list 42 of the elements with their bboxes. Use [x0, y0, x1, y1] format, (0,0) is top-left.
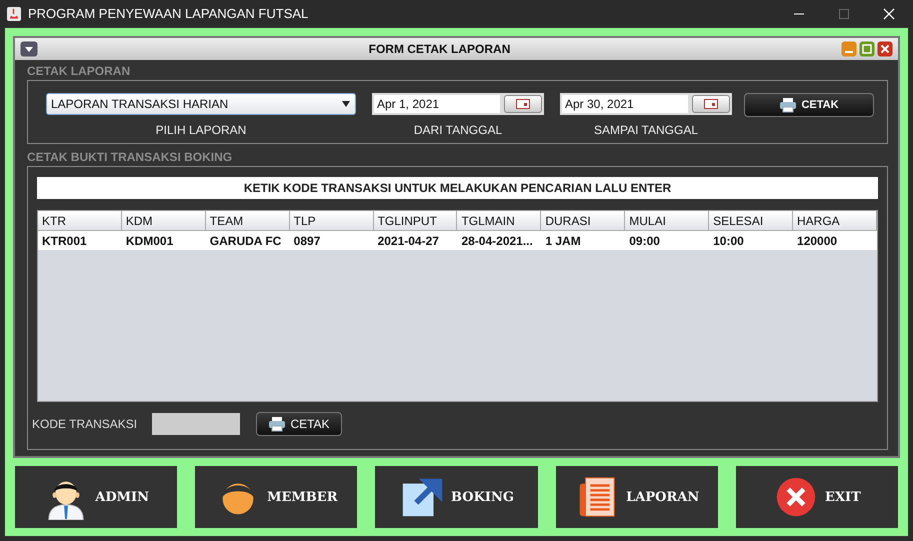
table-cell-text: 2021-04-27	[376, 232, 440, 250]
date-field[interactable]: Apr 1, 2021	[374, 95, 500, 113]
field-label: DARI TANGGAL	[414, 123, 502, 137]
maximize-icon[interactable]	[859, 41, 875, 57]
maximize-icon[interactable]	[838, 8, 850, 20]
table-cell-text: 10:00	[712, 232, 745, 250]
booking-nav-button[interactable]: BOKING	[375, 466, 538, 528]
dropdown-arrow-icon	[341, 99, 351, 109]
calendar-button[interactable]	[504, 95, 542, 113]
field-label: PILIH LAPORAN	[156, 123, 246, 137]
table-cell-text: 28-04-2021...	[460, 232, 534, 250]
field-label: KODE TRANSAKSI	[32, 417, 138, 431]
date-field[interactable]: Apr 30, 2021	[562, 95, 688, 113]
table-cell-text: KDM001	[124, 232, 174, 250]
table-cell-text: 1 JAM	[544, 232, 582, 250]
printer-icon	[268, 416, 286, 432]
window-title: PROGRAM PENYEWAAN LAPANGAN FUTSAL	[28, 6, 310, 21]
table-cell-text: GARUDA FC	[208, 232, 282, 250]
admin-nav-button[interactable]: ADMIN	[15, 466, 178, 528]
report-dropdown[interactable]: LAPORAN TRANSAKSI HARIAN	[46, 93, 356, 115]
calendar-icon	[516, 99, 530, 109]
table-cell-text: 0897	[292, 232, 322, 250]
input-field[interactable]	[152, 413, 240, 435]
calendar-icon	[704, 99, 718, 109]
table-cell-text: 09:00	[628, 232, 661, 250]
field-label: SAMPAI TANGGAL	[594, 123, 698, 137]
close-icon[interactable]	[883, 8, 895, 20]
section-title: CETAK BUKTI TRANSAKSI BOKING	[27, 150, 234, 166]
table-cell-text: KTR001	[41, 232, 88, 250]
menu-icon[interactable]	[20, 41, 38, 57]
member-nav-button[interactable]: MEMBER	[195, 466, 358, 528]
print-button[interactable]: CETAK	[744, 93, 874, 117]
app-icon	[6, 6, 22, 22]
search-hint: KETIK KODE TRANSAKSI UNTUK MELAKUKAN PENCARIAN LALU ENTER	[37, 177, 878, 199]
report-nav-button[interactable]: LAPORAN	[556, 466, 718, 528]
exit-nav-button[interactable]: EXIT	[736, 466, 898, 528]
section-title: CETAK LAPORAN	[27, 64, 132, 80]
form-title: FORM CETAK LAPORAN	[368, 42, 512, 56]
calendar-button[interactable]	[692, 95, 730, 113]
printer-icon	[779, 97, 798, 113]
print-button[interactable]: CETAK	[256, 412, 342, 436]
table-cell-text: 120000	[796, 232, 838, 250]
